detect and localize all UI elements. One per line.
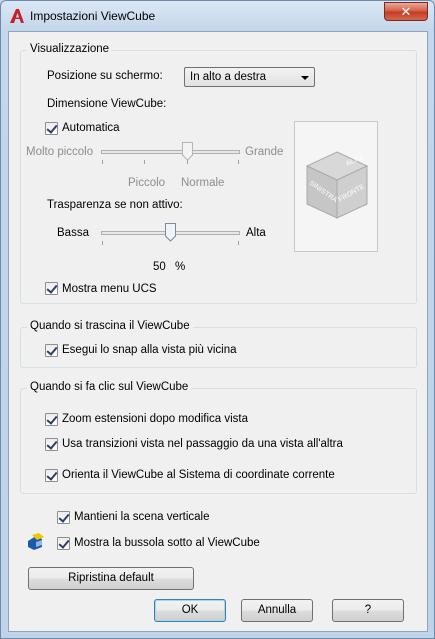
size-small-label: Piccolo (128, 177, 166, 189)
transparency-slider-thumb[interactable] (165, 223, 176, 242)
snap-label: Esegui lo snap alla vista più vicina (62, 344, 237, 356)
show-ucs-checkbox[interactable] (45, 282, 58, 295)
size-slider-track[interactable] (101, 150, 240, 154)
show-compass-label: Mostra la bussola sotto al ViewCube (74, 537, 260, 549)
keep-upright-checkbox[interactable] (57, 511, 70, 524)
autocad-logo-icon (10, 9, 24, 23)
transparency-unit: % (175, 261, 186, 273)
dialog-window: Impostazioni ViewCube ✕ Visualizzazione … (0, 0, 435, 639)
restore-default-button[interactable]: Ripristina default (28, 567, 194, 590)
transparency-tick (102, 241, 103, 245)
transition-checkbox[interactable] (45, 438, 58, 451)
dialog-client-area: Visualizzazione Posizione su schermo: In… (8, 31, 428, 632)
cancel-button[interactable]: Annulla (241, 599, 313, 622)
transparency-value: 50 (153, 261, 166, 273)
help-button[interactable]: ? (332, 599, 404, 622)
position-select-value: In alto a destra (190, 71, 267, 83)
orient-label: Orienta il ViewCube al Sistema di coordi… (62, 469, 335, 481)
transparency-label: Trasparenza se non attivo: (47, 199, 183, 211)
window-title: Impostazioni ViewCube (30, 9, 156, 23)
show-ucs-label: Mostra menu UCS (62, 283, 157, 295)
display-group-title: Visualizzazione (27, 43, 113, 55)
title-bar[interactable]: Impostazioni ViewCube ✕ (1, 1, 434, 31)
transparency-min-label: Bassa (57, 227, 89, 239)
close-icon: ✕ (400, 4, 412, 19)
shield-icon (28, 533, 44, 550)
size-normal-label: Normale (181, 177, 225, 189)
size-max-label: Grande (245, 146, 284, 158)
viewcube-preview-image: ALTO SINISTRA FRONTE (305, 151, 369, 219)
position-label: Posizione su schermo: (47, 70, 163, 82)
transparency-tick (238, 241, 239, 245)
position-select[interactable]: In alto a destra (184, 67, 315, 87)
size-tick (187, 160, 188, 164)
zoom-label: Zoom estensioni dopo modifica vista (62, 413, 249, 425)
close-button[interactable]: ✕ (384, 2, 428, 21)
zoom-checkbox[interactable] (45, 413, 58, 426)
size-tick (238, 160, 239, 164)
automatic-checkbox[interactable] (45, 122, 58, 135)
size-tick (102, 160, 103, 164)
size-min-label: Molto piccolo (26, 146, 94, 158)
ok-button[interactable]: OK (154, 599, 226, 622)
size-label: Dimensione ViewCube: (47, 98, 167, 110)
transition-label: Usa transizioni vista nel passaggio da u… (62, 438, 343, 450)
chevron-down-icon (301, 76, 309, 80)
automatic-label: Automatica (62, 122, 120, 134)
show-compass-checkbox[interactable] (57, 537, 70, 550)
drag-group-title: Quando si trascina il ViewCube (27, 320, 193, 332)
size-tick (144, 160, 145, 164)
transparency-max-label: Alta (246, 227, 266, 239)
viewcube-preview: ALTO SINISTRA FRONTE (294, 121, 378, 252)
size-slider-thumb[interactable] (182, 142, 193, 161)
click-group-title: Quando si fa clic sul ViewCube (27, 381, 192, 393)
keep-upright-label: Mantieni la scena verticale (74, 511, 210, 523)
snap-checkbox[interactable] (45, 344, 58, 357)
orient-checkbox[interactable] (45, 469, 58, 482)
